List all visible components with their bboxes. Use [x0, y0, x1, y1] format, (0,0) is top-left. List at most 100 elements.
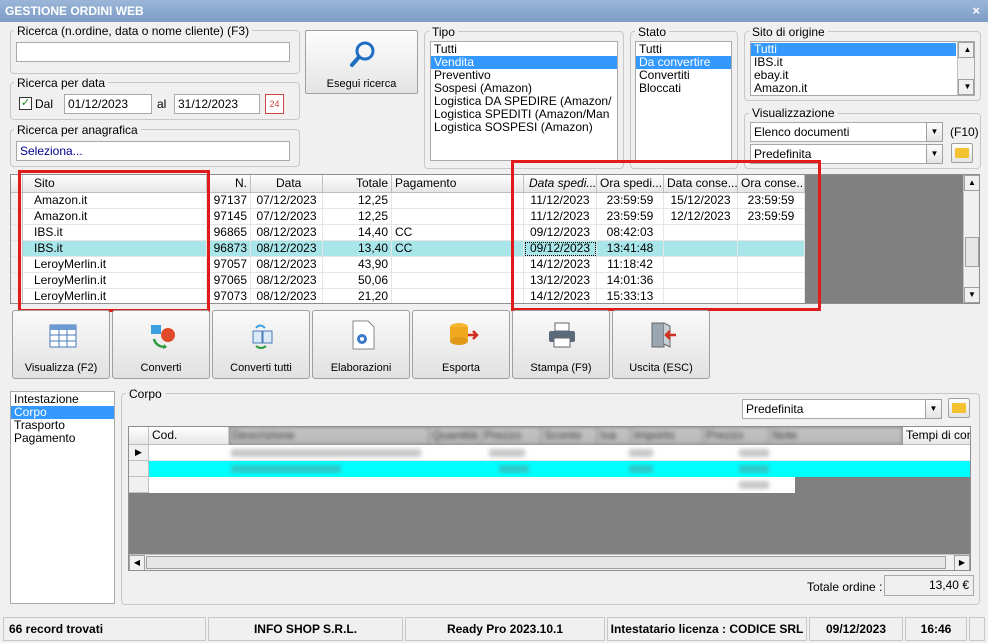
date-to-input[interactable]: 31/12/2023 — [174, 94, 260, 114]
order-cell-numero[interactable]: 97065 — [207, 273, 251, 289]
sito-list[interactable]: Tutti IBS.it ebay.it Amazon.it ▲ ▼ — [750, 41, 975, 96]
order-cell-totale[interactable]: 12,25 — [323, 193, 392, 209]
order-cell-data[interactable]: 08/12/2023 — [251, 257, 323, 273]
status-grip — [969, 617, 985, 641]
order-cell-numero[interactable]: 97137 — [207, 193, 251, 209]
documents-select[interactable]: Elenco documenti — [750, 122, 943, 142]
search-button[interactable]: Esegui ricerca — [305, 30, 418, 94]
order-cell-data[interactable]: 08/12/2023 — [251, 241, 323, 257]
folder-icon[interactable] — [948, 398, 970, 418]
converti-button[interactable]: Converti — [112, 310, 210, 379]
scroll-left-icon[interactable]: ◀ — [129, 555, 145, 570]
corpo-row[interactable] — [149, 477, 795, 493]
row-header-corner — [129, 427, 149, 445]
chevron-down-icon[interactable]: ▼ — [926, 144, 943, 164]
row-header — [129, 477, 149, 493]
visualizza-button[interactable]: Visualizza (F2) — [12, 310, 110, 379]
scroll-up-icon[interactable]: ▲ — [964, 175, 979, 191]
order-cell-data[interactable]: 08/12/2023 — [251, 289, 323, 303]
calendar-icon[interactable]: 24 — [265, 94, 284, 114]
grid-empty-area — [805, 175, 963, 303]
scroll-thumb[interactable] — [146, 556, 946, 569]
sito-item[interactable]: Amazon.it — [751, 82, 974, 95]
order-cell-numero[interactable]: 97073 — [207, 289, 251, 303]
chevron-down-icon[interactable]: ▼ — [926, 122, 943, 142]
order-cell-numero[interactable]: 96865 — [207, 225, 251, 241]
corpo-label: Corpo — [126, 387, 165, 401]
order-cell-totale[interactable]: 50,06 — [323, 273, 392, 289]
order-cell-pagamento[interactable] — [392, 209, 524, 225]
esporta-button[interactable]: Esporta — [412, 310, 510, 379]
corpo-col-note[interactable]: Note — [769, 427, 903, 445]
order-cell-data[interactable]: 07/12/2023 — [251, 209, 323, 225]
registry-select[interactable]: Seleziona... — [16, 141, 290, 161]
order-cell-data[interactable]: 08/12/2023 — [251, 225, 323, 241]
corpo-col-quantita[interactable]: Quantità — [429, 427, 481, 445]
status-date: 09/12/2023 — [809, 617, 903, 641]
documents-value: Elenco documenti — [754, 125, 850, 139]
order-cell-pagamento[interactable] — [392, 257, 524, 273]
corpo-col-sconto[interactable]: Sconto — [541, 427, 597, 445]
corpo-col-prezzo[interactable]: Prezzo — [481, 427, 541, 445]
corpo-col-importo[interactable]: Importo — [631, 427, 703, 445]
order-cell-pagamento[interactable]: CC — [392, 241, 524, 257]
scroll-down-icon[interactable]: ▼ — [958, 79, 974, 95]
stampa-button[interactable]: Stampa (F9) — [512, 310, 610, 379]
close-icon[interactable]: × — [972, 3, 980, 18]
corpo-layout-select[interactable]: Predefinita — [742, 399, 942, 419]
orders-scrollbar[interactable]: ▲ ▼ — [963, 175, 979, 303]
stato-item[interactable]: Bloccati — [636, 82, 731, 95]
dal-checkbox[interactable]: ✓ — [19, 97, 32, 110]
col-header-numero[interactable]: N. — [207, 175, 251, 193]
search-input[interactable] — [16, 42, 290, 62]
order-cell-data[interactable]: 08/12/2023 — [251, 273, 323, 289]
corpo-col-prezzo2[interactable]: Prezzo — [703, 427, 769, 445]
date-from-input[interactable]: 01/12/2023 — [64, 94, 152, 114]
corpo-row[interactable] — [149, 445, 970, 461]
scroll-up-icon[interactable]: ▲ — [958, 42, 974, 58]
corpo-hscrollbar[interactable]: ◀ ▶ — [129, 554, 970, 570]
elaborazioni-button[interactable]: Elaborazioni — [312, 310, 410, 379]
chevron-down-icon[interactable]: ▼ — [925, 399, 942, 419]
converti-tutti-button[interactable]: Converti tutti — [212, 310, 310, 379]
stato-label: Stato — [635, 25, 670, 39]
order-cell-totale[interactable]: 13,40 — [323, 241, 392, 257]
uscita-button[interactable]: Uscita (ESC) — [612, 310, 710, 379]
corpo-col-cod[interactable]: Cod. — [149, 427, 229, 445]
redacted-text — [629, 449, 653, 457]
redacted-text — [499, 465, 529, 473]
tipo-item[interactable]: Logistica SOSPESI (Amazon) — [431, 121, 617, 134]
order-cell-pagamento[interactable] — [392, 289, 524, 303]
corpo-col-iva[interactable]: Iva — [597, 427, 631, 445]
section-list[interactable]: Intestazione Corpo Trasporto Pagamento — [10, 391, 115, 604]
order-cell-data[interactable]: 07/12/2023 — [251, 193, 323, 209]
order-cell-totale[interactable]: 14,40 — [323, 225, 392, 241]
order-cell-numero[interactable]: 97057 — [207, 257, 251, 273]
col-header-data[interactable]: Data — [251, 175, 323, 193]
col-header-totale[interactable]: Totale — [323, 175, 392, 193]
scroll-thumb[interactable] — [965, 237, 979, 267]
order-cell-numero[interactable]: 97145 — [207, 209, 251, 225]
order-cell-numero[interactable]: 96873 — [207, 241, 251, 257]
order-cell-pagamento[interactable]: CC — [392, 225, 524, 241]
tipo-list[interactable]: Tutti Vendita Preventivo Sospesi (Amazon… — [430, 41, 618, 161]
order-cell-totale[interactable]: 12,25 — [323, 209, 392, 225]
corpo-col-descrizione[interactable]: Descrizione — [229, 427, 429, 445]
status-version: Ready Pro 2023.10.1 — [405, 617, 605, 641]
corpo-row-selected[interactable] — [149, 461, 970, 477]
stato-list[interactable]: Tutti Da convertire Convertiti Bloccati — [635, 41, 732, 161]
corpo-col-tempi[interactable]: Tempi di consegna — [903, 427, 970, 445]
converti-tutti-label: Converti tutti — [230, 362, 292, 374]
scroll-right-icon[interactable]: ▶ — [954, 555, 970, 570]
col-header-pagamento[interactable]: Pagamento — [392, 175, 524, 193]
section-item[interactable]: Pagamento — [11, 432, 114, 445]
folder-icon[interactable] — [951, 143, 973, 163]
redacted-text — [739, 465, 769, 473]
order-cell-totale[interactable]: 21,20 — [323, 289, 392, 303]
corpo-grid[interactable]: Cod. Descrizione Quantità Prezzo Sconto … — [128, 426, 971, 571]
order-cell-pagamento[interactable] — [392, 273, 524, 289]
order-cell-pagamento[interactable] — [392, 193, 524, 209]
sito-scrollbar[interactable]: ▲ ▼ — [957, 42, 974, 95]
scroll-down-icon[interactable]: ▼ — [964, 287, 979, 303]
order-cell-totale[interactable]: 43,90 — [323, 257, 392, 273]
